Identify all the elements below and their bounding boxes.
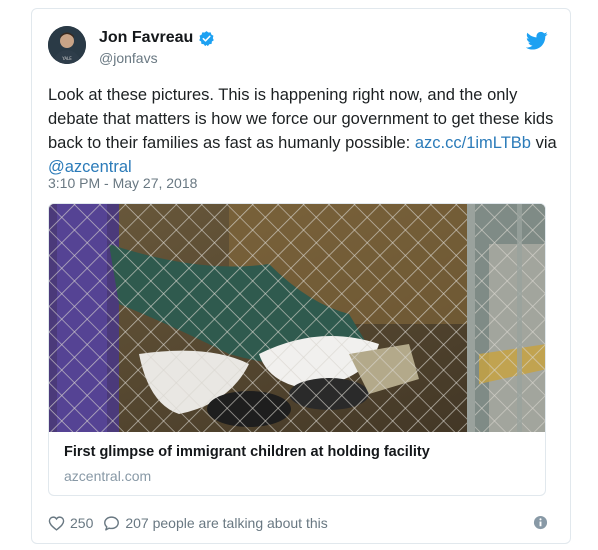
reply-bubble-icon[interactable]: [103, 515, 120, 532]
svg-text:YALE: YALE: [61, 56, 72, 61]
tweet-footer: 250 207 people are talking about this: [48, 513, 558, 533]
info-icon[interactable]: [533, 515, 548, 530]
mention-link[interactable]: @azcentral: [48, 158, 132, 176]
author-name[interactable]: Jon Favreau: [99, 29, 193, 47]
timestamp[interactable]: 3:10 PM - May 27, 2018: [48, 175, 197, 191]
card-domain: azcentral.com: [64, 468, 152, 484]
talking-count[interactable]: 207 people are talking about this: [125, 515, 327, 531]
author-handle[interactable]: @jonfavs: [99, 50, 158, 66]
tweet-text: Look at these pictures. This is happenin…: [48, 83, 558, 179]
card-title[interactable]: First glimpse of immigrant children at h…: [64, 444, 430, 460]
tweet-link[interactable]: azc.cc/1imLTBb: [415, 134, 531, 152]
like-count[interactable]: 250: [70, 515, 93, 531]
author-name-row[interactable]: Jon Favreau: [99, 29, 215, 47]
verified-badge-icon: [199, 30, 215, 46]
tweet-card: YALE Jon Favreau @jonfavs Look at these …: [31, 8, 571, 544]
twitter-bird-icon[interactable]: [526, 31, 548, 51]
avatar[interactable]: YALE: [48, 26, 86, 64]
link-preview-card[interactable]: First glimpse of immigrant children at h…: [48, 203, 546, 496]
preview-photo[interactable]: [49, 204, 546, 432]
heart-icon[interactable]: [48, 515, 65, 532]
via-text: via: [531, 134, 557, 152]
